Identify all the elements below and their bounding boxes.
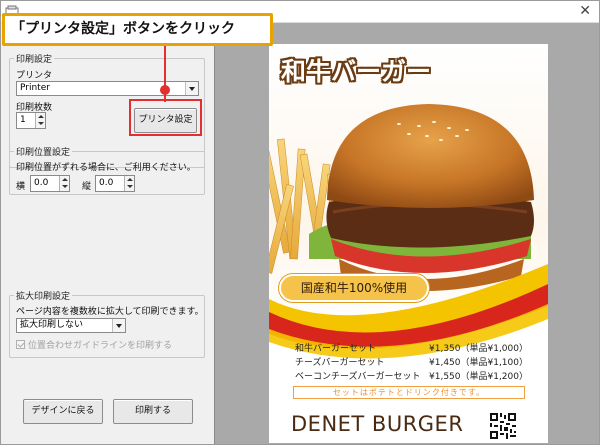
enlarge-settings-title: 拡大印刷設定	[14, 289, 73, 302]
menu-item-name: 和牛バーガーセット	[295, 344, 377, 354]
preview-badge: 国産和牛100%使用	[279, 274, 429, 302]
preview-note: セットはポテトとドリンク付きです。	[293, 386, 525, 399]
enlarge-settings-group: 拡大印刷設定 ページ内容を複数枚に拡大して印刷できます。 拡大印刷しない 位置合…	[9, 289, 205, 358]
printer-settings-highlight	[129, 99, 202, 136]
position-description: 印刷位置がずれる場合に、ご利用ください。	[16, 163, 196, 173]
guideline-checkbox-label: 位置合わせガイドラインを印刷する	[28, 341, 173, 351]
preview-page: 和牛バーガー 国産和牛100%使用 和牛バーガーセット ¥1,350（単品¥1,…	[269, 44, 548, 443]
position-settings-title: 印刷位置設定	[14, 145, 73, 158]
preview-brand: DENET BURGER	[291, 412, 464, 436]
chevron-down-icon[interactable]	[112, 319, 125, 332]
printer-label: プリンタ	[16, 71, 53, 81]
close-icon[interactable]: ✕	[579, 3, 591, 19]
menu-item-name: チーズバーガーセット	[295, 358, 385, 368]
vertical-label: 縦	[82, 182, 92, 192]
back-to-design-button[interactable]: デザインに戻る	[23, 399, 103, 424]
enlarge-mode-value: 拡大印刷しない	[20, 320, 84, 330]
qr-code-icon	[490, 413, 516, 439]
printer-value: Printer	[20, 83, 50, 93]
guideline-checkbox-row[interactable]: 位置合わせガイドラインを印刷する	[16, 338, 172, 351]
burger-photo	[269, 44, 548, 359]
horizontal-offset-stepper[interactable]: 0.0	[30, 175, 70, 192]
callout-pointer-dot	[160, 85, 170, 95]
instruction-callout: 「プリンタ設定」ボタンをクリック	[2, 13, 273, 46]
spin-arrows-icon[interactable]	[59, 176, 69, 191]
menu-item-name: ベーコンチーズバーガーセット	[295, 372, 421, 382]
enlarge-description: ページ内容を複数枚に拡大して印刷できます。	[16, 307, 204, 317]
preview-title: 和牛バーガー	[281, 57, 432, 86]
spin-arrows-icon[interactable]	[35, 113, 45, 128]
vertical-offset-stepper[interactable]: 0.0	[95, 175, 135, 192]
horizontal-label: 横	[16, 182, 26, 192]
spin-arrows-icon[interactable]	[124, 176, 134, 191]
print-preview-area: 和牛バーガー 国産和牛100%使用 和牛バーガーセット ¥1,350（単品¥1,…	[214, 23, 599, 444]
chevron-down-icon[interactable]	[185, 82, 198, 95]
enlarge-mode-select[interactable]: 拡大印刷しない	[16, 318, 126, 333]
position-settings-group: 印刷位置設定 印刷位置がずれる場合に、ご利用ください。 横 0.0 縦 0.0	[9, 145, 205, 195]
guideline-checkbox[interactable]	[16, 340, 25, 349]
print-settings-title: 印刷設定	[14, 52, 55, 65]
print-button[interactable]: 印刷する	[113, 399, 193, 424]
copies-value: 1	[20, 115, 26, 125]
menu-item-price: ¥1,450（単品¥1,100）	[429, 358, 528, 368]
vertical-value: 0.0	[99, 178, 114, 188]
horizontal-value: 0.0	[34, 178, 49, 188]
copies-stepper[interactable]: 1	[16, 112, 46, 129]
menu-item-price: ¥1,550（単品¥1,200）	[429, 372, 528, 382]
print-dialog-window: ✕ 印刷設定 プリンタ Printer 印刷枚数 1 プリンタ設定 印刷位置設定…	[0, 0, 600, 445]
printer-select[interactable]: Printer	[16, 81, 199, 96]
settings-panel: 印刷設定 プリンタ Printer 印刷枚数 1 プリンタ設定 印刷位置設定 印…	[1, 23, 214, 444]
menu-item-price: ¥1,350（単品¥1,000）	[429, 344, 528, 354]
